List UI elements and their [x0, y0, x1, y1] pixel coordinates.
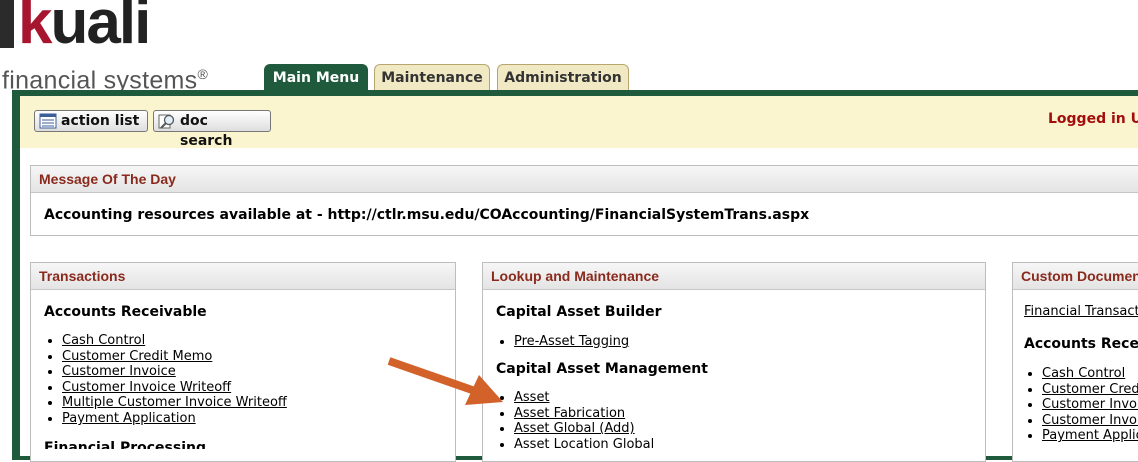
list-item: Payment Application [62, 411, 287, 427]
custom-customer-credit-memo-link[interactable]: Customer Credit Memo [1042, 382, 1138, 397]
list-item: Customer Invoice [1042, 397, 1138, 413]
multiple-customer-invoice-writeoff-link[interactable]: Multiple Customer Invoice Writeoff [62, 395, 287, 410]
capital-asset-management-heading: Capital Asset Management [496, 361, 708, 377]
list-item: Customer Credit Memo [1042, 382, 1138, 398]
logged-in-user: Logged in U [1048, 111, 1138, 127]
kuali-logo: kuali [18, 0, 151, 57]
custom-documents-link-list: Cash Control Customer Credit Memo Custom… [1024, 366, 1138, 444]
cash-control-link[interactable]: Cash Control [62, 333, 145, 348]
message-of-the-day-text: Accounting resources available at - http… [44, 207, 810, 223]
list-item: Payment Application [1042, 428, 1138, 444]
list-item: Asset Fabrication [514, 406, 654, 422]
custom-documents-clip: Financial Transactions Accounts Receivab… [1013, 290, 1138, 449]
custom-documents-title: Custom Documents [1013, 263, 1138, 290]
list-item: Cash Control [1042, 366, 1138, 382]
tab-main-menu[interactable]: Main Menu [264, 64, 368, 91]
asset-global-add-link[interactable]: Asset Global (Add) [514, 421, 635, 436]
list-icon [39, 113, 57, 129]
list-item: Customer Invoice Writeoff [62, 380, 287, 396]
financial-processing-heading: Financial Processing [44, 440, 206, 449]
list-item: Customer Invoice [62, 364, 287, 380]
pre-asset-tagging-link[interactable]: Pre-Asset Tagging [514, 334, 629, 349]
list-item: Multiple Customer Invoice Writeoff [62, 395, 287, 411]
asset-fabrication-link[interactable]: Asset Fabrication [514, 406, 625, 421]
tab-maintenance[interactable]: Maintenance [374, 64, 490, 91]
list-item: Pre-Asset Tagging [514, 334, 629, 350]
message-of-the-day-title: Message Of The Day [31, 166, 1138, 193]
doc-search-label: doc search [180, 113, 233, 149]
magnifier-icon [158, 114, 175, 129]
action-list-label: action list [61, 113, 140, 129]
custom-cash-control-link[interactable]: Cash Control [1042, 366, 1125, 381]
customer-invoice-link[interactable]: Customer Invoice [62, 364, 176, 379]
asset-link[interactable]: Asset [514, 390, 550, 405]
transactions-link-list: Cash Control Customer Credit Memo Custom… [44, 333, 287, 427]
custom-accounts-receivable-heading: Accounts Receivable [1024, 336, 1138, 352]
transactions-title: Transactions [31, 263, 455, 290]
financial-processing-clip: Financial Processing [44, 440, 444, 449]
customer-invoice-writeoff-link[interactable]: Customer Invoice Writeoff [62, 380, 231, 395]
tab-administration[interactable]: Administration [497, 64, 629, 91]
asset-location-global-link[interactable]: Asset Location Global [514, 437, 654, 449]
capital-asset-builder-links: Pre-Asset Tagging [496, 334, 629, 350]
accounts-receivable-heading: Accounts Receivable [44, 304, 207, 320]
customer-credit-memo-link[interactable]: Customer Credit Memo [62, 349, 212, 364]
custom-payment-application-link[interactable]: Payment Application [1042, 428, 1138, 443]
custom-customer-invoice-writeoff-link[interactable]: Customer Invoice Writeoff [1042, 413, 1138, 428]
list-item: Asset Location Global [514, 437, 654, 449]
payment-application-link[interactable]: Payment Application [62, 411, 196, 426]
message-of-the-day-box: Message Of The Day [30, 165, 1138, 236]
list-item: Customer Credit Memo [62, 349, 287, 365]
custom-customer-invoice-link[interactable]: Customer Invoice [1042, 397, 1138, 412]
capital-asset-management-clip: Asset Asset Fabrication Asset Global (Ad… [496, 390, 976, 449]
arrow-icon [387, 357, 503, 405]
financial-transactions-link[interactable]: Financial Transactions [1024, 304, 1138, 319]
list-item: Cash Control [62, 333, 287, 349]
action-list-button[interactable]: action list [34, 110, 148, 132]
capital-asset-management-links: Asset Asset Fabrication Asset Global (Ad… [496, 390, 654, 449]
list-item: Asset [514, 390, 654, 406]
capital-asset-builder-heading: Capital Asset Builder [496, 304, 662, 320]
logo-bar [0, 0, 14, 48]
lookup-maintenance-title: Lookup and Maintenance [483, 263, 985, 290]
list-item: Asset Global (Add) [514, 421, 654, 437]
list-item: Customer Invoice Writeoff [1042, 413, 1138, 429]
doc-search-button[interactable]: doc search [153, 110, 271, 149]
